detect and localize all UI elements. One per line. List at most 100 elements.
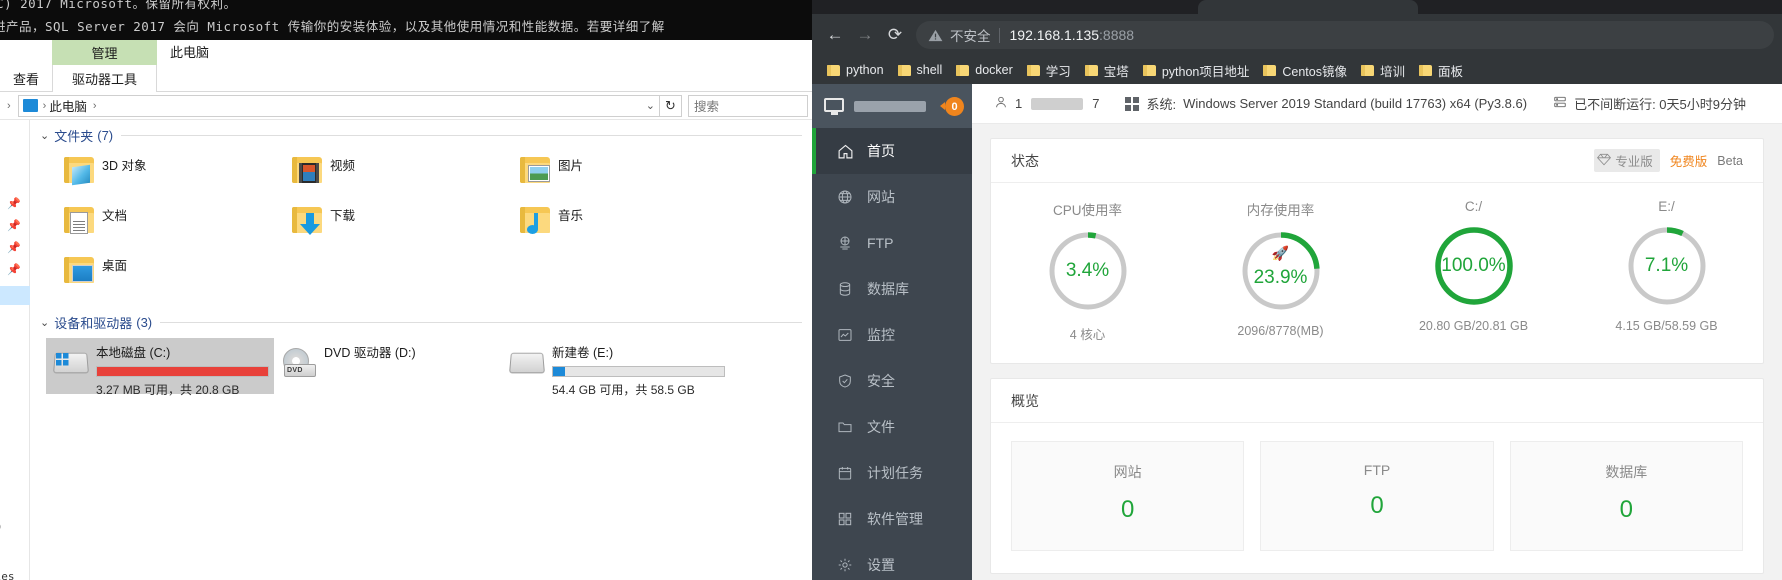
sidebar-item-ftp[interactable]: FTP [812, 220, 972, 266]
tab-drive-tools[interactable]: 驱动器工具 [52, 65, 157, 92]
sidebar-item-home[interactable]: 首页 [812, 128, 972, 174]
folder-tile-list: 3D 对象 视频 图片 文档 下载 音乐 桌面 [30, 147, 812, 301]
overview-card-title: 概览 [1011, 392, 1039, 409]
list-item[interactable]: 下载 [286, 201, 514, 251]
list-item[interactable]: 3D 对象 [58, 151, 286, 201]
navigation-pane[interactable]: 📌 📌 📌 📌 ) iles iles [0, 120, 30, 580]
group-header-folders[interactable]: ⌄ 文件夹 (7) [30, 120, 812, 147]
search-input[interactable]: 搜索 [688, 94, 808, 117]
tab-view[interactable]: 查看 [0, 65, 52, 92]
security-status-label: 不安全 [950, 29, 991, 44]
sidebar-item-monitor[interactable]: 监控 [812, 312, 972, 358]
sidebar-item-settings[interactable]: 设置 [812, 542, 972, 580]
explorer-body: 📌 📌 📌 📌 ) iles iles ⌄ 文件夹 (7) [0, 120, 812, 580]
bookmark-label: python [846, 63, 884, 77]
sidebar-item-label: 软件管理 [867, 511, 923, 527]
bookmark-item[interactable]: Centos镜像 [1256, 59, 1354, 81]
uptime-info: 已不间断运行: 0天5小时9分钟 [1553, 94, 1746, 113]
bookmark-label: docker [975, 63, 1013, 77]
bookmark-item[interactable]: python项目地址 [1136, 59, 1257, 81]
sidebar-item-label: 首页 [867, 143, 895, 159]
overview-card-database[interactable]: 数据库 0 [1509, 441, 1743, 551]
overview-card-website[interactable]: 网站 0 [1011, 441, 1245, 551]
chevron-down-icon[interactable]: ⌄ [40, 316, 49, 329]
console-line-2: 帮助改进产品，SQL Server 2017 会向 Microsoft 传输你的… [0, 19, 665, 34]
active-tab[interactable] [1198, 0, 1418, 14]
address-path-box[interactable]: › 此电脑 › ⌄ [17, 94, 660, 117]
gauge-ring: 3.4% [1045, 228, 1131, 314]
list-item[interactable]: 桌面 [58, 251, 286, 301]
folder-music-icon [514, 203, 558, 245]
list-item[interactable]: 文档 [58, 201, 286, 251]
badge-free[interactable]: 免费版 [1670, 151, 1708, 170]
folder-icon [956, 64, 970, 76]
bookmark-item[interactable]: 面板 [1412, 59, 1470, 81]
address-bar-input[interactable]: 不安全 192.168.1.135 :8888 [916, 21, 1774, 49]
overview-card-header: 概览 [991, 379, 1763, 423]
sidebar-item-software[interactable]: 软件管理 [812, 496, 972, 542]
folder-icon [1263, 64, 1277, 76]
sidebar-item-cron[interactable]: 计划任务 [812, 450, 972, 496]
gauge-value: 7.1% [1644, 255, 1689, 276]
bookmark-item[interactable]: docker [949, 59, 1020, 81]
edition-badges: 专业版 免费版 Beta [1594, 149, 1743, 172]
drive-tile-list: 本地磁盘 (C:) 3.27 MB 可用，共 20.8 GB DVD DVD 驱… [30, 334, 812, 397]
message-count-badge[interactable]: 0 [940, 97, 964, 116]
server-icon [1553, 95, 1567, 112]
group-header-devices[interactable]: ⌄ 设备和驱动器 (3) [30, 307, 812, 334]
list-item[interactable]: 视频 [286, 151, 514, 201]
back-button[interactable]: ← [820, 20, 850, 50]
folder-icon [1142, 64, 1156, 76]
group-count-devices: (3) [136, 315, 153, 330]
bookmark-item[interactable]: 培训 [1354, 59, 1412, 81]
reload-button[interactable]: ⟳ [880, 20, 910, 50]
url-port: :8888 [1099, 27, 1135, 43]
windows-icon [1125, 96, 1140, 111]
list-item[interactable]: 新建卷 (E:) 54.4 GB 可用，共 58.5 GB [502, 338, 730, 397]
gauge-subtext: 4.15 GB/58.59 GB [1615, 319, 1718, 333]
gauge-value: 3.4% [1065, 260, 1110, 281]
browser-toolbar: ← → ⟳ 不安全 192.168.1.135 :8888 [812, 14, 1782, 56]
overview-card-label: 数据库 [1605, 464, 1648, 480]
database-icon [834, 281, 856, 297]
bookmark-item[interactable]: python [820, 59, 891, 81]
sidebar-item-website[interactable]: 网站 [812, 174, 972, 220]
sidebar-header[interactable]: 0 [812, 84, 972, 128]
overview-card-value: 0 [1619, 496, 1633, 523]
list-item[interactable]: DVD DVD 驱动器 (D:) [274, 338, 502, 394]
folder-label: 3D 对象 [102, 159, 147, 173]
folder-icon [827, 64, 840, 76]
forward-button[interactable]: → [850, 20, 880, 50]
pin-icon-2: 📌 [7, 220, 21, 232]
chrome-browser-window: ← → ⟳ 不安全 192.168.1.135 :8888 python she… [812, 0, 1782, 580]
list-item[interactable]: 音乐 [514, 201, 742, 251]
folder-label: 图片 [558, 159, 584, 173]
refresh-button[interactable]: ↻ [660, 94, 682, 117]
badge-pro-label: 专业版 [1615, 155, 1653, 169]
folder-icon [834, 419, 856, 435]
bookmark-item[interactable]: 宝塔 [1078, 59, 1136, 81]
chevron-down-icon[interactable]: ⌄ [40, 129, 49, 142]
sidebar-item-label: 数据库 [867, 281, 909, 297]
badge-pro[interactable]: 专业版 [1594, 149, 1660, 172]
sidebar-item-database[interactable]: 数据库 [812, 266, 972, 312]
sidebar-item-files[interactable]: 文件 [812, 404, 972, 450]
bookmark-item[interactable]: shell [891, 59, 950, 81]
bookmark-item[interactable]: 学习 [1020, 59, 1078, 81]
group-divider [160, 322, 802, 323]
group-label-devices: 设备和驱动器 [54, 316, 133, 331]
globe-icon [834, 189, 856, 205]
gauge-ring: 🚀 23.9% [1238, 228, 1324, 314]
nav-selected-row[interactable] [0, 286, 30, 305]
overview-card-ftp[interactable]: FTP 0 [1260, 441, 1494, 551]
sidebar-item-security[interactable]: 安全 [812, 358, 972, 404]
breadcrumb-this-pc[interactable]: 此电脑 [49, 96, 87, 115]
list-item[interactable]: 本地磁盘 (C:) 3.27 MB 可用，共 20.8 GB [46, 338, 274, 397]
explorer-content-pane[interactable]: ⌄ 文件夹 (7) 3D 对象 视频 图片 文档 下载 音乐 桌面 ⌄ 设备和驱… [30, 120, 812, 580]
folder-videos-icon [286, 153, 330, 195]
gauge-title: CPU使用率 [1052, 203, 1122, 218]
list-item[interactable]: 图片 [514, 151, 742, 201]
monitor-chart-icon [834, 327, 856, 343]
chevron-down-icon[interactable]: ⌄ [646, 99, 655, 112]
status-card-header: 状态 专业版 免费版 Beta [991, 139, 1763, 183]
